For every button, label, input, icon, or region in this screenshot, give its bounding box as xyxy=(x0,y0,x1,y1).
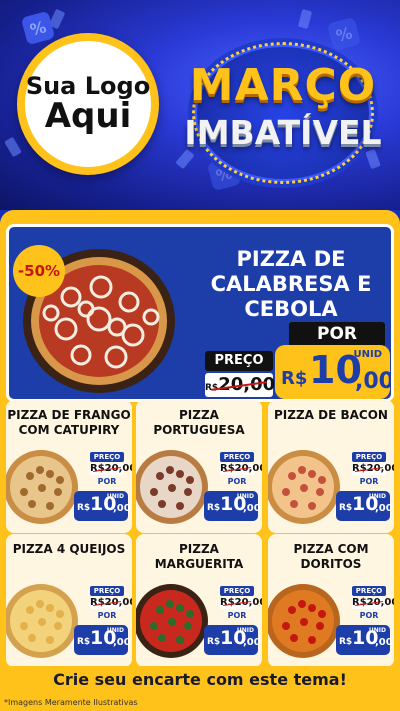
campaign-badge: MARÇO IMBATÍVEL xyxy=(170,38,396,188)
logo-line-1: Sua Logo xyxy=(25,71,151,100)
product-card[interactable]: PIZZA COM DORITOS PREÇO R$20,00 POR UNID… xyxy=(268,534,394,667)
campaign-subtitle: IMBATÍVEL xyxy=(184,113,382,152)
price-cents: ,00 xyxy=(355,369,394,394)
por-label: POR xyxy=(359,611,379,620)
pizza-image xyxy=(268,584,340,658)
preco-label: PREÇO xyxy=(90,586,124,596)
disclaimer: *Imagens Meramente Ilustrativas xyxy=(4,698,138,707)
pizza-image xyxy=(6,584,78,658)
price-tag: UNID R$ 10 ,00 xyxy=(204,625,261,655)
preco-label: PREÇO xyxy=(205,351,273,371)
old-price: R$20,00 xyxy=(205,373,275,397)
logo-line-2: Aqui xyxy=(44,95,132,136)
offers-panel: -50% PIZZA DE CALABRESA E CEBOLA POR PRE… xyxy=(0,210,400,711)
product-name: PIZZA 4 QUEIJOS xyxy=(12,542,126,556)
campaign-header: % % % Sua Logo Aqui MARÇO IMBATÍVEL xyxy=(0,0,400,210)
product-card[interactable]: PIZZA PORTUGUESA PREÇO R$20,00 POR UNID … xyxy=(136,400,262,533)
cta-text[interactable]: Crie seu encarte com este tema! xyxy=(6,668,394,692)
por-label: POR xyxy=(97,611,117,620)
preco-label: PREÇO xyxy=(352,586,386,596)
old-price: R$20,00 xyxy=(90,463,132,475)
price-cents: ,00 xyxy=(113,637,131,648)
campaign-title: MARÇO xyxy=(189,60,377,111)
product-name: PIZZA DE FRANGO COM CATUPIRY xyxy=(7,408,131,437)
por-label: POR xyxy=(97,477,117,486)
currency-symbol: R$ xyxy=(207,503,221,513)
featured-price-tag: UNID R$ 10 ,00 xyxy=(275,345,391,399)
old-price: R$20,00 xyxy=(220,597,262,609)
percent-icon: % xyxy=(20,10,56,46)
product-name: PIZZA COM DORITOS xyxy=(293,542,369,571)
currency-symbol: R$ xyxy=(77,503,91,513)
currency-symbol: R$ xyxy=(281,368,308,389)
pizza-image xyxy=(136,450,208,524)
preco-label: PREÇO xyxy=(90,452,124,462)
old-price: R$20,00 xyxy=(220,463,262,475)
price-tag: UNID R$ 10 ,00 xyxy=(336,625,393,655)
logo-placeholder: Sua Logo Aqui xyxy=(17,33,159,175)
product-card[interactable]: PIZZA MARGUERITA PREÇO R$20,00 POR UNID … xyxy=(136,534,262,667)
product-card[interactable]: PIZZA DE BACON PREÇO R$20,00 POR UNID R$… xyxy=(268,400,394,533)
por-label: POR xyxy=(227,611,247,620)
currency-symbol: R$ xyxy=(339,637,353,647)
price-cents: ,00 xyxy=(375,503,393,514)
old-price: R$20,00 xyxy=(352,463,394,475)
price-tag: UNID R$ 10 ,00 xyxy=(74,491,131,521)
product-name: PIZZA DE BACON xyxy=(274,408,388,422)
pizza-image xyxy=(6,450,78,524)
currency-symbol: R$ xyxy=(339,503,353,513)
product-name: PIZZA PORTUGUESA xyxy=(153,408,245,437)
currency-symbol: R$ xyxy=(207,637,221,647)
price-tag: UNID R$ 10 ,00 xyxy=(336,491,393,521)
preco-label: PREÇO xyxy=(220,452,254,462)
pizza-image xyxy=(136,584,208,658)
featured-offer[interactable]: -50% PIZZA DE CALABRESA E CEBOLA POR PRE… xyxy=(6,224,394,402)
pizza-image xyxy=(268,450,340,524)
price-tag: UNID R$ 10 ,00 xyxy=(74,625,131,655)
confetti-decoration xyxy=(4,136,22,158)
price-tag: UNID R$ 10 ,00 xyxy=(204,491,261,521)
old-price: R$20,00 xyxy=(352,597,394,609)
product-card[interactable]: PIZZA 4 QUEIJOS PREÇO R$20,00 POR UNID R… xyxy=(6,534,132,667)
por-label: POR xyxy=(359,477,379,486)
currency-symbol: R$ xyxy=(77,637,91,647)
old-price: R$20,00 xyxy=(90,597,132,609)
confetti-decoration xyxy=(297,9,313,29)
por-label: POR xyxy=(227,477,247,486)
preco-label: PREÇO xyxy=(352,452,386,462)
featured-product-name: PIZZA DE CALABRESA E CEBOLA xyxy=(210,247,372,322)
product-card[interactable]: PIZZA DE FRANGO COM CATUPIRY PREÇO R$20,… xyxy=(6,400,132,533)
price-integer: 10 xyxy=(309,348,362,392)
price-cents: ,00 xyxy=(243,637,261,648)
price-cents: ,00 xyxy=(113,503,131,514)
preco-label: PREÇO xyxy=(220,586,254,596)
price-cents: ,00 xyxy=(243,503,261,514)
price-cents: ,00 xyxy=(375,637,393,648)
por-label: POR xyxy=(289,322,385,347)
discount-badge: -50% xyxy=(13,245,65,297)
product-name: PIZZA MARGUERITA xyxy=(154,542,244,571)
